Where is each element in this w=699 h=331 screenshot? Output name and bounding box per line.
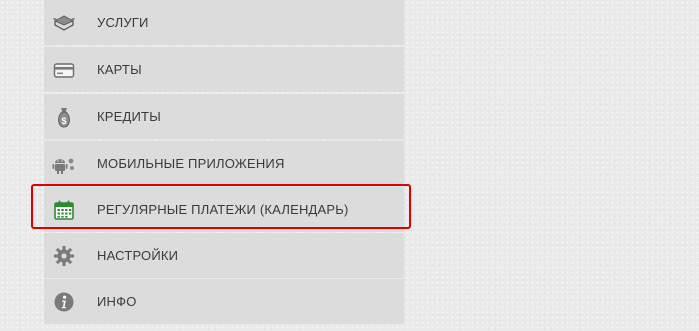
card-icon <box>52 58 76 82</box>
svg-text:$: $ <box>61 116 66 126</box>
menu-item-label: КРЕДИТЫ <box>97 109 161 124</box>
gear-icon <box>52 244 76 268</box>
menu-item-label: ИНФО <box>97 294 137 309</box>
calendar-icon <box>52 198 76 222</box>
info-icon <box>52 290 76 314</box>
menu-item-info[interactable]: ИНФО <box>44 279 404 324</box>
side-menu: УСЛУГИ КАРТЫ $ КРЕДИТЫ МОБИЛЬНЫЕ ПРИЛОЖЕ… <box>44 0 404 331</box>
menu-item-label: УСЛУГИ <box>97 15 149 30</box>
menu-item-label: КАРТЫ <box>97 62 142 77</box>
menu-item-credits[interactable]: $ КРЕДИТЫ <box>44 94 404 139</box>
services-box-icon <box>52 11 76 35</box>
menu-item-mobile-apps[interactable]: МОБИЛЬНЫЕ ПРИЛОЖЕНИЯ <box>44 141 404 186</box>
menu-item-regular-payments[interactable]: РЕГУЛЯРНЫЕ ПЛАТЕЖИ (КАЛЕНДАРЬ) <box>44 187 404 232</box>
menu-item-cards[interactable]: КАРТЫ <box>44 47 404 92</box>
android-icon <box>52 152 76 176</box>
menu-item-settings[interactable]: НАСТРОЙКИ <box>44 233 404 278</box>
menu-item-label: НАСТРОЙКИ <box>97 248 179 263</box>
menu-item-services[interactable]: УСЛУГИ <box>44 0 404 45</box>
menu-item-label: МОБИЛЬНЫЕ ПРИЛОЖЕНИЯ <box>97 156 285 171</box>
menu-item-label: РЕГУЛЯРНЫЕ ПЛАТЕЖИ (КАЛЕНДАРЬ) <box>97 202 349 217</box>
money-bag-icon: $ <box>52 105 76 129</box>
